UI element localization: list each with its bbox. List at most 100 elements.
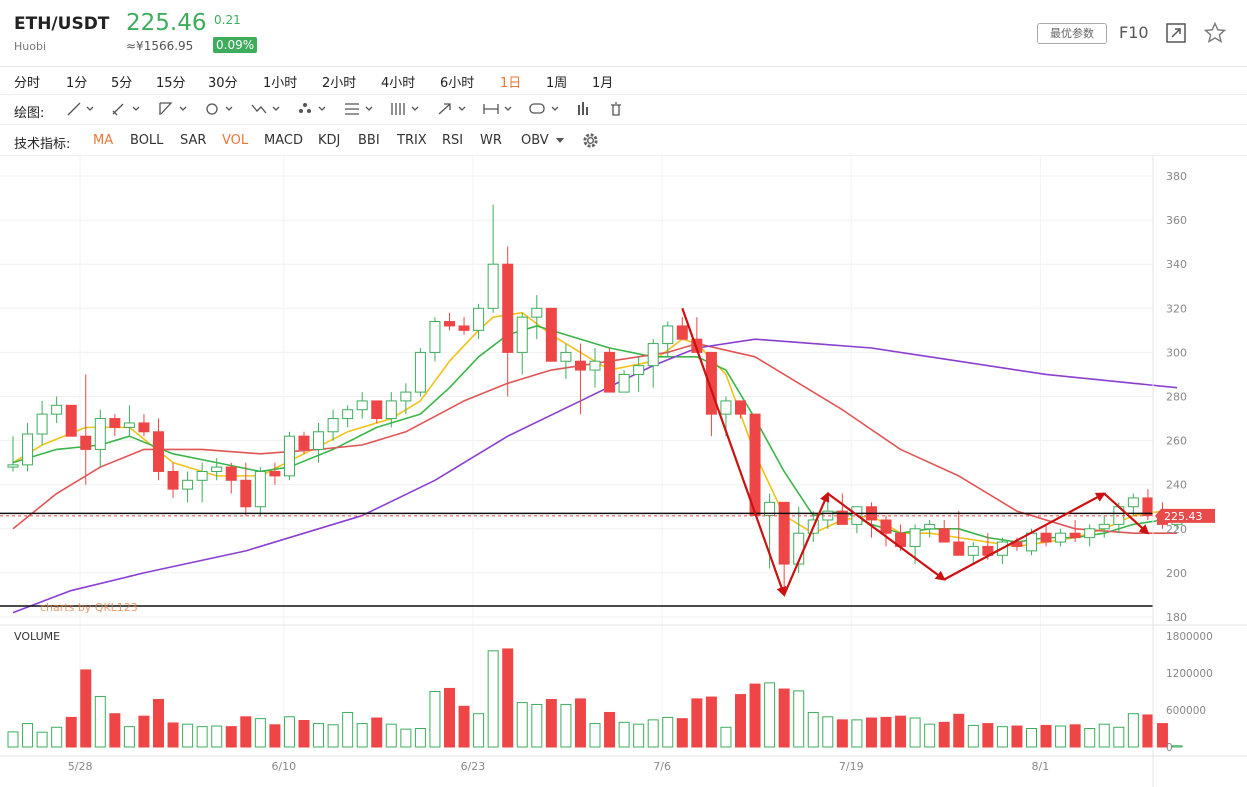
candle-body [240,479,252,508]
volume-bar [51,726,63,748]
tab-timeframe-1min[interactable]: 1分 [66,72,87,91]
annotation-arrow [827,492,946,581]
indicator-rsi[interactable]: RSI [442,133,463,148]
candle [327,409,339,441]
gear-icon[interactable] [581,131,600,150]
tab-timeframe-30min[interactable]: 30分 [208,72,238,91]
tab-timeframe-15min[interactable]: 15分 [156,72,186,91]
tab-timeframe-1w[interactable]: 1周 [546,72,567,91]
obv-dropdown-icon[interactable] [555,137,565,145]
indicator-vol[interactable]: VOL [222,133,248,148]
candle [487,204,499,313]
pattern-tool-icon[interactable] [294,99,332,119]
volume-bar [705,696,717,748]
comment-tool-icon[interactable] [527,99,565,119]
tab-timeframe-1m[interactable]: 1月 [592,72,613,91]
volume-bar [196,726,208,748]
indicator-bbi[interactable]: BBI [358,133,380,148]
volume-bar [953,713,965,748]
volume-bar [778,688,790,748]
candle [240,462,252,516]
circle-tool-icon[interactable] [201,99,239,119]
tab-timeframe-1d[interactable]: 1日 [500,72,521,91]
y-tick-label: 300 [1166,346,1187,359]
volume-bar [1098,723,1110,748]
candle-body [735,400,746,415]
y-tick-label: 260 [1166,435,1187,448]
candle-body [400,391,412,402]
candle-body [94,418,106,450]
y-tick-label: 200 [1166,567,1187,580]
candle-body [7,464,19,468]
f10-button[interactable]: F10 [1119,23,1149,42]
indicator-obv[interactable]: OBV [521,133,549,148]
volume-bar [342,711,354,748]
indicator-sar[interactable]: SAR [180,133,206,148]
fullscreen-icon[interactable] [1164,21,1188,45]
arrow-tool-icon[interactable] [434,99,472,119]
volume-bar [138,715,150,748]
candle-body [589,360,601,371]
candle [429,317,441,362]
tab-timeframe-4h[interactable]: 4小时 [381,72,415,91]
candle [342,405,354,428]
tab-timeframe-6h[interactable]: 6小时 [440,72,474,91]
trash-icon[interactable] [605,99,643,119]
candle [735,400,746,419]
volume-tick-label: 0 [1166,742,1173,754]
candle [138,414,150,437]
indicator-trix[interactable]: TRIX [397,133,427,148]
candle [1127,493,1139,516]
indicator-kdj[interactable]: KDJ [318,133,340,148]
tab-timeframe-5min[interactable]: 5分 [111,72,132,91]
candle-body [429,321,441,353]
ma5-line [12,311,1178,548]
pen-tool-icon[interactable] [108,99,146,119]
candle [865,502,877,538]
candle [938,519,950,543]
measure-tool-icon[interactable] [480,99,518,119]
candle [924,519,936,538]
indicator-macd[interactable]: MACD [264,133,303,148]
ray-tool-icon[interactable] [155,99,193,119]
channel-tool-icon[interactable] [341,99,379,119]
candle-body [560,351,572,362]
tab-timeframe-1h[interactable]: 1小时 [263,72,297,91]
tab-timeframe-2h[interactable]: 2小时 [322,72,356,91]
star-icon[interactable] [1203,21,1227,45]
candle [589,347,601,388]
candle [618,370,630,393]
candle [458,317,470,335]
volume-bar [1055,725,1067,748]
candle-body [1055,532,1067,543]
candle-body [1127,497,1139,508]
volume-tick-label: 600000 [1166,705,1206,717]
drawing-toolbar: 绘图: [0,94,1247,125]
wave-tool-icon[interactable] [248,99,286,119]
volume-bar [851,719,863,748]
candle [604,347,616,393]
candle-body [938,528,950,543]
optimal-params-button[interactable]: 最优参数 [1037,23,1107,44]
candle-body [487,263,499,309]
candle-body [414,351,426,393]
volume-bar [895,715,907,748]
volume-bar [7,731,19,748]
candle-body [225,466,237,481]
candle-body [138,422,150,433]
candle-body [51,404,63,415]
indicator-wr[interactable]: WR [480,133,502,148]
volume-bar [691,698,703,748]
line-tool-icon[interactable] [62,99,100,119]
indicator-ma[interactable]: MA [93,133,113,148]
volume-tick-label: 1800000 [1166,631,1213,643]
tab-timeframe-fenshi[interactable]: 分时 [14,72,40,91]
volume-bar [414,728,426,748]
candle [225,462,237,494]
candlestick-chart[interactable]: 225.43 180 200 220 240 260 280 300 320 340 360 380… [0,155,1247,787]
indicator-boll[interactable]: BOLL [130,133,163,148]
x-tick-label: 7/6 [653,760,671,773]
volume-bar [924,723,936,748]
fib-tool-icon[interactable] [387,99,425,119]
candle-body [65,404,77,437]
